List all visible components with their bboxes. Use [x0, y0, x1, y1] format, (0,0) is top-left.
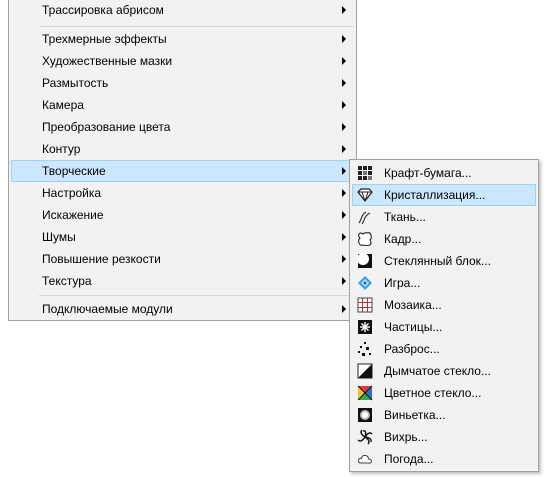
submenu-item-label: Ткань...: [384, 210, 426, 224]
submenu-item-craft-paper[interactable]: Крафт-бумага...: [352, 162, 536, 184]
menu-item-label: Повышение резкости: [42, 252, 161, 266]
effects-menu: Трассировка абрисом Трехмерные эффекты Х…: [8, 0, 357, 321]
submenu-arrow-icon: [342, 57, 346, 65]
particles-icon: [358, 320, 372, 334]
menu-separator: [39, 295, 354, 296]
vortex-icon: [357, 429, 373, 445]
submenu-item-label: Дымчатое стекло...: [384, 364, 491, 378]
submenu-arrow-icon: [342, 101, 346, 109]
submenu-item-glass-block[interactable]: Стеклянный блок...: [352, 250, 536, 272]
menu-item-label: Шумы: [42, 230, 76, 244]
submenu-arrow-icon: [342, 145, 346, 153]
submenu-item-weather[interactable]: Погода...: [352, 448, 536, 470]
menu-item-sharpen[interactable]: Повышение резкости: [11, 248, 354, 270]
submenu-item-vignette[interactable]: Виньетка...: [352, 404, 536, 426]
submenu-item-label: Мозаика...: [384, 298, 442, 312]
submenu-item-stained-glass[interactable]: Цветное стекло...: [352, 382, 536, 404]
menu-item-creative[interactable]: Творческие: [11, 160, 354, 182]
menu-item-label: Камера: [42, 98, 84, 112]
submenu-item-label: Цветное стекло...: [384, 386, 482, 400]
game-icon: [358, 276, 372, 290]
submenu-arrow-icon: [342, 211, 346, 219]
stained-glass-icon: [357, 385, 373, 401]
submenu-item-scatter[interactable]: Разброс...: [352, 338, 536, 360]
submenu-arrow-icon: [342, 35, 346, 43]
menu-item-art-strokes[interactable]: Художественные мазки: [11, 50, 354, 72]
menu-item-label: Искажение: [42, 208, 104, 222]
submenu-item-label: Кадр...: [384, 232, 422, 246]
submenu-arrow-icon: [342, 305, 346, 313]
mosaic-icon: [357, 297, 373, 313]
menu-item-label: Художественные мазки: [42, 54, 173, 68]
menu-item-label: Преобразование цвета: [42, 120, 171, 134]
submenu-item-particles[interactable]: Частицы...: [352, 316, 536, 338]
submenu-arrow-icon: [342, 255, 346, 263]
scatter-icon: [358, 342, 371, 356]
menu-item-camera[interactable]: Камера: [11, 94, 354, 116]
menu-item-distort[interactable]: Искажение: [11, 204, 354, 226]
submenu-arrow-icon: [342, 6, 346, 14]
submenu-item-fabric[interactable]: Ткань...: [352, 206, 536, 228]
creative-submenu: Крафт-бумага... Кристаллизация... Ткань.…: [349, 159, 539, 472]
menu-item-label: Подключаемые модули: [42, 302, 173, 316]
submenu-arrow-icon: [342, 233, 346, 241]
weather-icon: [357, 454, 373, 464]
menu-separator: [39, 26, 354, 27]
submenu-item-label: Разброс...: [384, 342, 440, 356]
menu-item-noise[interactable]: Шумы: [11, 226, 354, 248]
craft-paper-icon: [358, 166, 372, 180]
submenu-item-game[interactable]: Игра...: [352, 272, 536, 294]
submenu-arrow-icon: [342, 79, 346, 87]
submenu-item-label: Погода...: [384, 452, 434, 466]
menu-item-label: Контур: [42, 142, 81, 156]
menu-item-color-transform[interactable]: Преобразование цвета: [11, 116, 354, 138]
menu-item-custom[interactable]: Настройка: [11, 182, 354, 204]
crystallize-icon: [357, 188, 373, 202]
menu-item-contour-tracing[interactable]: Трассировка абрисом: [11, 0, 354, 21]
glass-block-icon: [357, 253, 372, 268]
menu-item-3d-effects[interactable]: Трехмерные эффекты: [11, 28, 354, 50]
submenu-arrow-icon: [342, 167, 346, 175]
submenu-item-label: Игра...: [384, 276, 421, 290]
menu-item-plugins[interactable]: Подключаемые модули: [11, 298, 354, 320]
menu-item-label: Размытость: [42, 76, 109, 90]
submenu-item-crystallize[interactable]: Кристаллизация...: [352, 184, 536, 206]
submenu-item-mosaic[interactable]: Мозаика...: [352, 294, 536, 316]
submenu-item-label: Частицы...: [384, 320, 443, 334]
menu-item-contour[interactable]: Контур: [11, 138, 354, 160]
menu-item-label: Текстура: [42, 274, 92, 288]
submenu-item-vortex[interactable]: Вихрь...: [352, 426, 536, 448]
submenu-arrow-icon: [342, 123, 346, 131]
submenu-item-frame[interactable]: Кадр...: [352, 228, 536, 250]
frame-icon: [358, 232, 372, 247]
submenu-item-label: Кристаллизация...: [384, 188, 486, 202]
menu-item-blur[interactable]: Размытость: [11, 72, 354, 94]
menu-item-label: Творческие: [42, 164, 106, 178]
smoked-glass-icon: [357, 363, 373, 379]
submenu-item-smoked-glass[interactable]: Дымчатое стекло...: [352, 360, 536, 382]
submenu-arrow-icon: [342, 277, 346, 285]
menu-item-label: Настройка: [42, 186, 102, 200]
submenu-item-label: Крафт-бумага...: [384, 166, 472, 180]
menu-item-texture[interactable]: Текстура: [11, 270, 354, 292]
menu-item-label: Трехмерные эффекты: [42, 32, 167, 46]
menu-item-label: Трассировка абрисом: [42, 3, 164, 17]
submenu-item-label: Виньетка...: [384, 408, 446, 422]
fabric-icon: [358, 211, 371, 225]
submenu-item-label: Вихрь...: [384, 430, 428, 444]
vignette-icon: [358, 408, 372, 422]
submenu-item-label: Стеклянный блок...: [384, 254, 491, 268]
submenu-arrow-icon: [342, 189, 346, 197]
